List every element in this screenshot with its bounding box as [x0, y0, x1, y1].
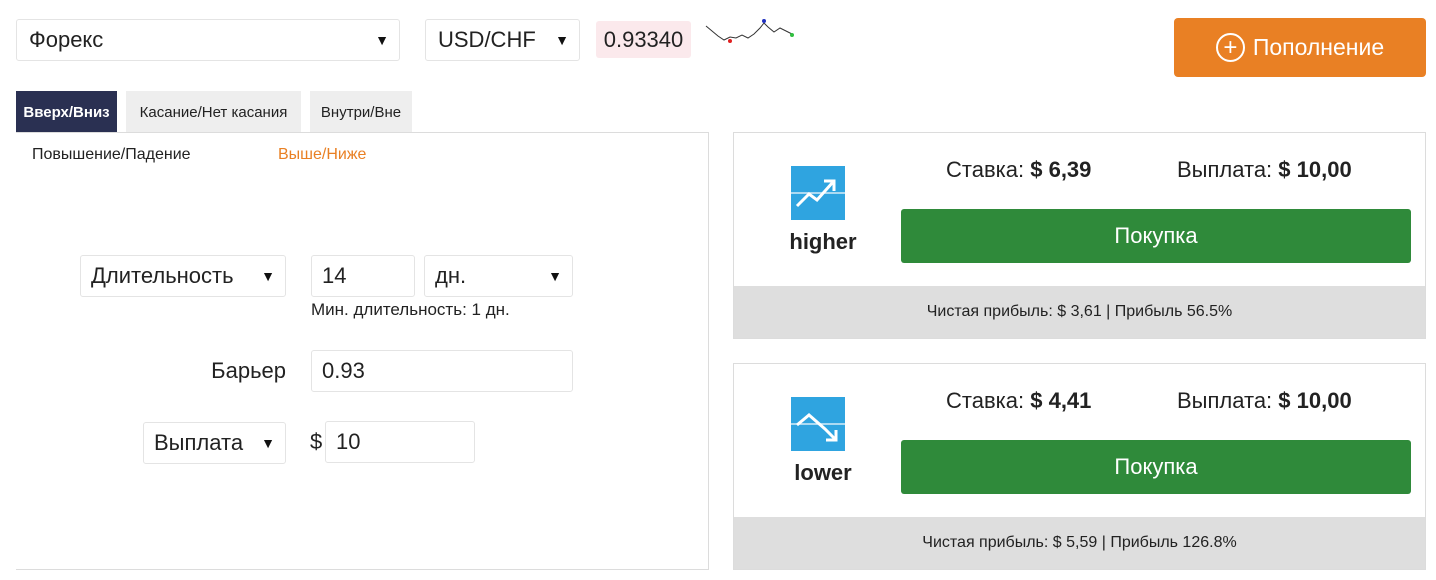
contract-name: lower — [794, 460, 852, 485]
triangle-down-icon: ▼ — [261, 435, 275, 451]
market-select-value: Форекс — [29, 27, 104, 52]
buy-button[interactable]: Покупка — [901, 440, 1411, 494]
duration-unit-select[interactable]: дн. ▼ — [424, 255, 573, 297]
subtab-rise-fall[interactable]: Повышение/Падение — [32, 146, 191, 164]
deposit-button[interactable]: + Пополнение — [1174, 18, 1426, 77]
min-duration-hint: Мин. длительность: 1 дн. — [311, 300, 510, 319]
payout-value: $ 10,00 — [1278, 157, 1352, 182]
barrier-label: Барьер — [211, 358, 286, 383]
asset-select[interactable]: USD/CHF ▼ — [425, 19, 580, 61]
triangle-down-icon: ▼ — [548, 268, 562, 284]
stake-info: Ставка: $ 6,39 — [946, 157, 1091, 183]
contract-card-lower: lower Ставка: $ 4,41 Выплата: $ 10,00 По… — [733, 363, 1426, 570]
stake-label: Ставка: — [946, 157, 1025, 182]
tab-touch-no-touch[interactable]: Касание/Нет касания — [126, 91, 301, 133]
sparkline-icon — [705, 19, 794, 43]
payout-label: Выплата: — [1177, 388, 1273, 413]
payout-type-select[interactable]: Выплата ▼ — [143, 422, 286, 464]
duration-unit-value: дн. — [435, 263, 467, 288]
subtab-higher-lower[interactable]: Выше/Ниже — [278, 146, 366, 164]
asset-select-value: USD/CHF — [438, 27, 536, 52]
tab-in-out[interactable]: Внутри/Вне — [310, 91, 412, 133]
payout-value: $ 10,00 — [1278, 388, 1352, 413]
amount-input[interactable]: 10 — [325, 421, 475, 463]
spot-price: 0.93340 — [596, 21, 691, 58]
payout-info: Выплата: $ 10,00 — [1177, 388, 1352, 414]
trend-down-icon — [791, 397, 845, 451]
buy-button[interactable]: Покупка — [901, 209, 1411, 263]
duration-type-value: Длительность — [91, 263, 234, 288]
profit-summary: Чистая прибыль: $ 3,61 | Прибыль 56.5% — [734, 286, 1425, 338]
duration-type-select[interactable]: Длительность ▼ — [80, 255, 286, 297]
stake-info: Ставка: $ 4,41 — [946, 388, 1091, 414]
triangle-down-icon: ▼ — [375, 32, 389, 48]
stake-value: $ 4,41 — [1030, 388, 1092, 413]
triangle-down-icon: ▼ — [261, 268, 275, 284]
stake-value: $ 6,39 — [1030, 157, 1092, 182]
deposit-button-label: Пополнение — [1252, 34, 1385, 60]
stake-label: Ставка: — [946, 388, 1025, 413]
currency-symbol: $ — [310, 429, 323, 454]
profit-summary: Чистая прибыль: $ 5,59 | Прибыль 126.8% — [734, 517, 1425, 569]
barrier-input[interactable]: 0.93 — [311, 350, 573, 392]
tab-up-down[interactable]: Вверх/Вниз — [16, 91, 117, 133]
contract-name: higher — [789, 229, 857, 254]
plus-circle-icon: + — [1215, 33, 1245, 62]
trend-up-icon — [791, 166, 845, 220]
market-select[interactable]: Форекс ▼ — [16, 19, 400, 61]
payout-type-value: Выплата — [154, 430, 244, 455]
contract-card-higher: higher Ставка: $ 6,39 Выплата: $ 10,00 П… — [733, 132, 1426, 339]
duration-value-input[interactable]: 14 — [311, 255, 415, 297]
payout-label: Выплата: — [1177, 157, 1273, 182]
payout-info: Выплата: $ 10,00 — [1177, 157, 1352, 183]
triangle-down-icon: ▼ — [555, 32, 569, 48]
